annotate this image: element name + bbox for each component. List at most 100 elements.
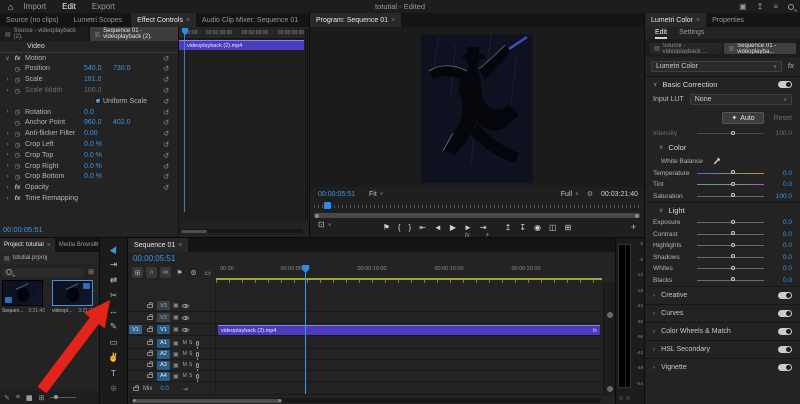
step-forward-icon[interactable]: ► [464, 223, 472, 232]
reset-icon[interactable]: ↺ [163, 140, 169, 149]
collapsed-section[interactable]: › Curves [645, 304, 800, 322]
intensity-slider[interactable]: Intensity 100.0 [645, 128, 800, 140]
chevron-icon[interactable]: › [3, 109, 12, 115]
scroll-handle[interactable] [607, 386, 613, 392]
stopwatch-icon[interactable]: ◷ [12, 173, 23, 181]
lift-icon[interactable]: ↥ [505, 223, 512, 232]
property-value[interactable]: 100.0 [84, 87, 102, 94]
search-input[interactable] [3, 267, 85, 277]
subnav-tab[interactable]: Settings [679, 27, 704, 39]
light-slider[interactable]: Exposure 0.0 [645, 217, 800, 229]
voiceover-mic-icon[interactable] [195, 373, 199, 382]
add-marker-icon[interactable]: ⚑ [174, 267, 185, 278]
section-enable-toggle[interactable] [778, 310, 792, 317]
collapsed-section[interactable]: › Color Wheels & Match [645, 322, 800, 340]
subnav-tab[interactable]: Edit [655, 27, 668, 39]
thumbnail-zoom-slider[interactable] [50, 395, 77, 399]
reset-icon[interactable]: ↺ [163, 54, 169, 63]
fit-icon[interactable]: ⇥ [183, 386, 188, 393]
property-value[interactable]: 0.0 % [84, 173, 102, 180]
lock-icon[interactable] [147, 372, 153, 378]
solo-button[interactable]: S [188, 340, 194, 346]
tab-close-icon[interactable]: × [186, 17, 190, 24]
go-to-in-icon[interactable]: ⇤ [419, 223, 426, 232]
rectangle-tool[interactable]: ▭ [106, 336, 122, 348]
voiceover-mic-icon[interactable] [195, 351, 199, 360]
new-bin-icon[interactable]: ⊞ [88, 268, 94, 276]
track-target-button[interactable]: V1 [157, 325, 170, 334]
tab-close-icon[interactable]: × [696, 17, 700, 24]
slider-knob[interactable] [730, 231, 735, 236]
audio-track[interactable]: A2 ▣ M S [128, 349, 602, 360]
stopwatch-icon[interactable]: ◷ [12, 119, 23, 127]
track-target-button[interactable]: V3 [157, 301, 170, 310]
effect-selector-dropdown[interactable]: Lumetri Color ∨ [651, 61, 782, 72]
track-target-button[interactable]: A1 [157, 338, 170, 348]
export-frame-icon[interactable]: ◉ [534, 223, 541, 232]
voiceover-mic-icon[interactable] [195, 340, 199, 349]
go-to-out-icon[interactable]: ⇥ [480, 223, 487, 232]
source-patch-button[interactable] [129, 313, 142, 322]
chevron-icon[interactable]: › [3, 131, 12, 137]
section-enable-toggle[interactable] [778, 328, 792, 335]
effect-row[interactable]: › fx Time Remapping [0, 193, 178, 204]
stopwatch-icon[interactable]: fx [12, 55, 23, 62]
chevron-icon[interactable]: › [3, 152, 12, 158]
effect-controls-mini-timeline[interactable]: 00:00 00:01:00:00 00:02:00:00 00:03:00:00 v… [179, 28, 304, 223]
video-track[interactable]: V3 ▣ [128, 300, 602, 312]
lock-icon[interactable] [147, 361, 153, 367]
property-value[interactable]: 0.0 [84, 109, 94, 116]
reset-icon[interactable]: ↺ [163, 183, 169, 192]
panel-tab[interactable]: Program: Sequence 01 × [310, 13, 402, 27]
clip-name[interactable]: videopl... [52, 308, 72, 314]
mix-value[interactable]: 0.0 [160, 386, 168, 392]
sequence-tab[interactable]: Sequence 01 × [128, 238, 189, 252]
toggle-track-output-icon[interactable] [181, 327, 189, 332]
stopwatch-icon[interactable]: ◷ [12, 76, 23, 84]
slider-knob[interactable] [730, 170, 735, 175]
stopwatch-icon[interactable]: fx [12, 184, 23, 191]
audio-track[interactable]: A3 ▣ M S [128, 360, 602, 371]
horizontal-scrollbar[interactable] [130, 398, 601, 403]
property-value[interactable]: 540.0 [84, 65, 102, 72]
track-target-button[interactable]: V2 [157, 313, 170, 322]
chevron-right-icon[interactable]: › [653, 328, 655, 335]
sync-lock-icon[interactable]: ▣ [173, 362, 179, 369]
effect-row[interactable]: ◷ Position 540.0 730.0 ↺ [0, 64, 178, 75]
reset-icon[interactable]: ↺ [163, 172, 169, 181]
panel-tab[interactable]: Properties [706, 13, 753, 27]
reset-icon[interactable]: ↺ [163, 162, 169, 171]
effect-row[interactable]: › ◷ Crop Left 0.0 % ↺ [0, 139, 178, 150]
chevron-icon[interactable]: › [3, 174, 12, 180]
lock-icon[interactable] [147, 313, 153, 320]
color-slider[interactable]: Saturation 100.0 [645, 191, 800, 203]
sort-icons-icon[interactable]: ⊞ [39, 394, 45, 402]
effect-row[interactable]: › ◷ Rotation 0.0 ↺ [0, 107, 178, 118]
panel-tab[interactable]: Lumetri Scopes [68, 13, 132, 27]
collapsed-section[interactable]: › Creative [645, 286, 800, 304]
chevron-icon[interactable]: › [3, 185, 12, 191]
track-target-button[interactable]: A3 [157, 360, 170, 370]
comparison-view-icon[interactable]: ◫ [549, 223, 557, 232]
mini-timeline-clip[interactable]: videoplayback (2).mp4 [179, 40, 304, 50]
audio-meter-bars[interactable] [618, 244, 631, 388]
source-patch-button[interactable] [129, 372, 142, 381]
slider-knob[interactable] [730, 130, 735, 135]
writable-pencil-icon[interactable]: ✎ [4, 394, 10, 402]
uniform-scale-checkbox[interactable] [95, 98, 101, 105]
menu-item[interactable]: Export [92, 2, 115, 11]
clip-fx-badge[interactable]: fx [593, 328, 600, 334]
effect-row[interactable]: › fx Opacity ↺ [0, 182, 178, 193]
color-slider[interactable]: Tint 0.0 [645, 179, 800, 191]
slider-knob[interactable] [730, 242, 735, 247]
slider-knob[interactable] [730, 219, 735, 224]
audio-track[interactable]: A1 ▣ M S [128, 338, 602, 349]
source-patch-button[interactable] [129, 339, 142, 348]
search-icon[interactable] [788, 3, 794, 10]
source-patch-button[interactable] [129, 361, 142, 370]
voiceover-mic-icon[interactable] [195, 362, 199, 371]
fx-badge-icon[interactable]: fx [465, 232, 470, 237]
project-item[interactable]: videopl... 3:21:39 [52, 280, 95, 314]
reset-icon[interactable]: ↺ [163, 75, 169, 84]
panel-overflow-icon[interactable]: » [93, 240, 97, 247]
